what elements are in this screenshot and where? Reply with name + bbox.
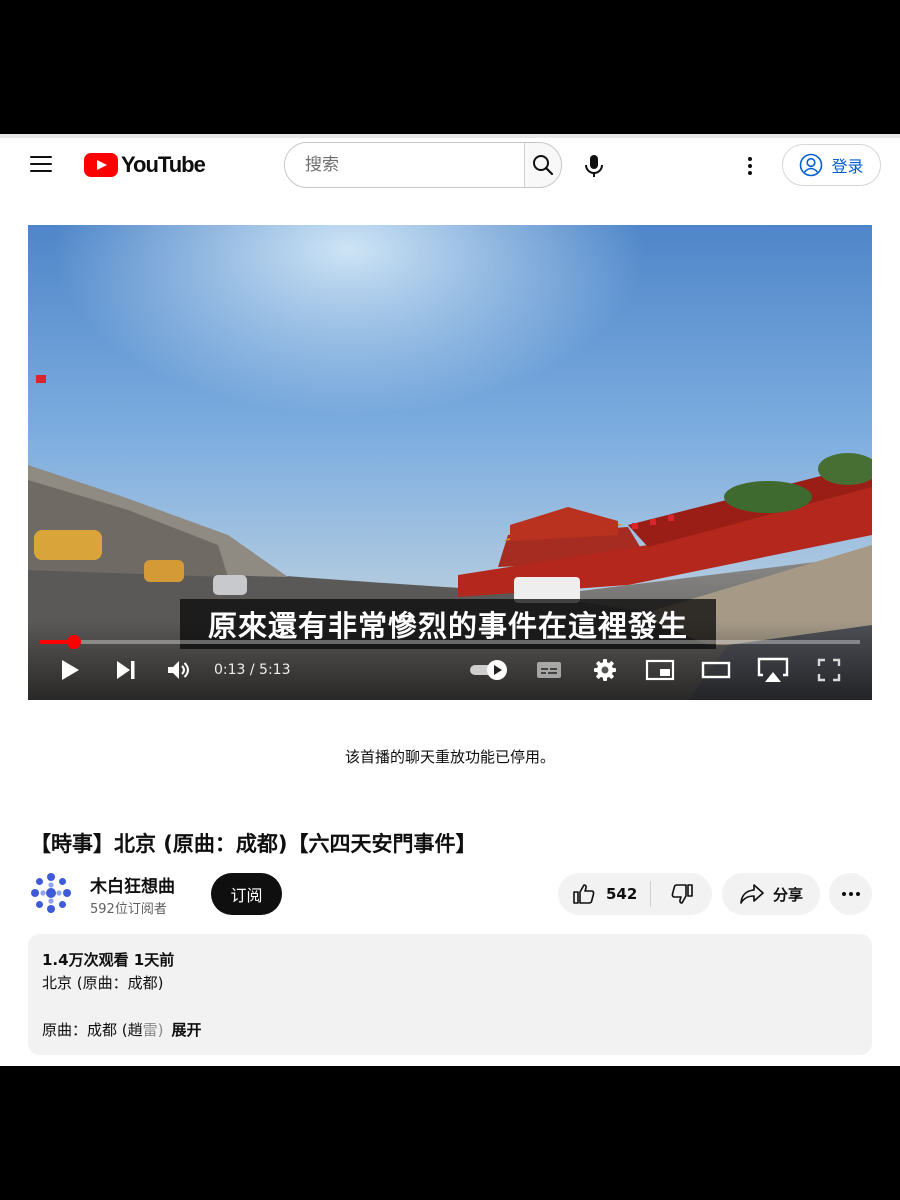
autoplay-toggle-icon [470, 660, 507, 680]
hamburger-icon[interactable] [30, 154, 54, 174]
volume-button[interactable] [164, 655, 194, 685]
play-button[interactable] [56, 655, 84, 685]
miniplayer-icon [645, 659, 675, 681]
search-button[interactable] [524, 143, 561, 187]
sign-in-label: 登录 [831, 157, 864, 176]
youtube-logo[interactable]: YouTube [84, 150, 206, 180]
description-line-2: 原曲：成都 (趙雷) 展开 [42, 1019, 202, 1040]
scrubber-handle[interactable] [67, 635, 81, 649]
letterbox-top [0, 0, 900, 134]
fullscreen-icon [817, 658, 841, 682]
volume-icon [168, 661, 189, 679]
horizontal-dots-icon [841, 892, 860, 896]
more-actions-button[interactable] [829, 873, 872, 915]
settings-button[interactable] [590, 655, 620, 685]
masthead: YouTube 搜索 登录 [0, 134, 900, 198]
search-bar [284, 142, 562, 188]
description-panel[interactable]: 1.4万次观看 1天前 北京 (原曲：成都) 原曲：成都 (趙雷) 展开 [28, 934, 872, 1055]
thumbs-down-icon [671, 884, 693, 904]
time-display: 0:13 / 5:13 [214, 662, 291, 678]
voice-search-button[interactable] [576, 148, 612, 184]
search-icon [533, 155, 554, 176]
play-icon [62, 660, 79, 680]
share-button[interactable]: 分享 [722, 873, 820, 915]
letterbox-bottom [0, 1066, 900, 1200]
sign-in-button[interactable]: 登录 [782, 144, 881, 186]
subscribe-button[interactable]: 订阅 [211, 873, 282, 915]
captions-button[interactable] [534, 655, 564, 685]
next-button[interactable] [112, 655, 140, 685]
view-count-and-date: 1.4万次观看 1天前 [42, 951, 175, 969]
youtube-play-logo-icon [84, 153, 118, 177]
description-line-2-text: 原曲：成都 (趙 [42, 1021, 143, 1039]
search-input[interactable] [285, 143, 524, 187]
channel-name[interactable]: 木白狂想曲 [90, 872, 175, 897]
like-button[interactable]: 542 [558, 873, 650, 915]
next-icon [117, 661, 135, 679]
microphone-icon [585, 155, 603, 177]
share-label: 分享 [772, 885, 803, 904]
autoplay-toggle[interactable] [468, 655, 510, 685]
dislike-button[interactable] [651, 873, 712, 915]
share-arrow-icon [740, 884, 764, 904]
theater-mode-icon [701, 661, 731, 679]
chat-replay-disabled-notice: 该首播的聊天重放功能已停用。 [344, 748, 555, 766]
logo-wordmark: YouTube [121, 152, 206, 177]
theater-mode-button[interactable] [700, 655, 732, 685]
miniplayer-button[interactable] [644, 655, 676, 685]
youtube-watch-page: YouTube 搜索 登录 原來還有非常慘烈的事件在這裡發生 0:13 / 5:… [0, 134, 900, 1066]
like-count: 542 [606, 885, 638, 903]
gear-icon [594, 659, 616, 681]
video-player[interactable]: 原來還有非常慘烈的事件在這裡發生 0:13 / 5:13 [28, 225, 872, 700]
channel-avatar[interactable] [30, 872, 72, 914]
description-line-2-fade: 雷) [142, 1021, 164, 1039]
airplay-icon [757, 657, 789, 682]
like-dislike-group: 542 [558, 873, 712, 915]
description-line-1: 北京 (原曲：成都) [42, 974, 164, 992]
subtitle-text: 原來還有非常慘烈的事件在這裡發生 [207, 609, 688, 643]
progress-bar[interactable] [40, 635, 860, 649]
settings-menu-button[interactable] [736, 148, 764, 184]
captions-icon [537, 662, 561, 678]
fullscreen-button[interactable] [814, 655, 844, 685]
video-title: 【時事】北京 (原曲：成都)【六四天安門事件】 [30, 832, 477, 856]
account-circle-icon [800, 153, 823, 177]
thumbs-up-icon [573, 884, 595, 904]
vertical-dots-icon [748, 157, 752, 175]
expand-description-link[interactable]: 展开 [171, 1021, 201, 1039]
airplay-button[interactable] [756, 655, 790, 685]
subscriber-count: 592位订阅者 [90, 902, 167, 917]
